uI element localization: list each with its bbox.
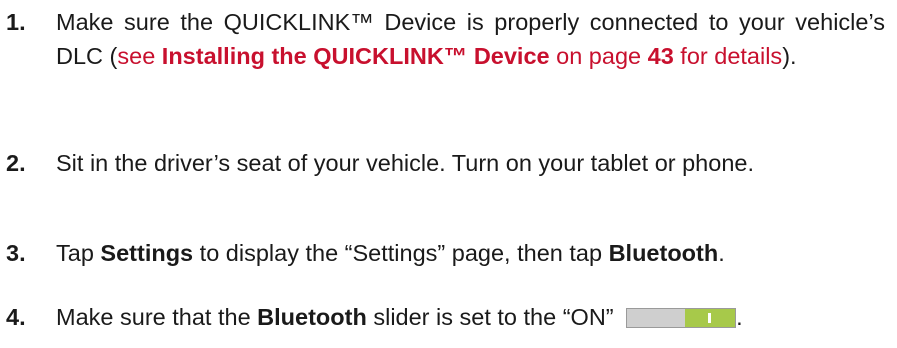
- step-number: 1.: [6, 9, 26, 35]
- step-text: Tap Settings to display the “Settings” p…: [56, 236, 885, 270]
- step-number: 4.: [6, 304, 26, 330]
- bluetooth-term: Bluetooth: [257, 304, 367, 330]
- bluetooth-term: Bluetooth: [608, 240, 719, 266]
- step-text-part: Tap: [56, 240, 101, 266]
- slider-on-segment: [685, 309, 736, 327]
- cross-reference-link[interactable]: see Installing the QUICKLINK™ Device on …: [117, 43, 782, 69]
- step-number: 2.: [6, 150, 26, 176]
- link-on-page: on page: [549, 43, 648, 69]
- link-details: for details: [673, 43, 783, 69]
- link-see: see: [117, 43, 162, 69]
- bluetooth-slider-on-icon: [626, 308, 737, 328]
- step-text-part: .: [736, 304, 743, 330]
- step-2: 2. Sit in the driver’s seat of your vehi…: [6, 146, 885, 180]
- step-3: 3. Tap Settings to display the “Settings…: [6, 236, 885, 270]
- step-1: 1. Make sure the QUICKLINK™ Device is pr…: [6, 5, 885, 73]
- settings-term: Settings: [100, 240, 194, 266]
- step-number: 3.: [6, 240, 26, 266]
- step-text-part: Make sure that the: [56, 304, 258, 330]
- step-text: Sit in the driver’s seat of your vehicle…: [56, 150, 754, 176]
- slider-on-mark: [708, 313, 712, 323]
- step-text-part: slider is set to the “ON”: [366, 304, 621, 330]
- step-text-part: to display the “Settings” page, then tap: [193, 240, 609, 266]
- step-text-part: ).: [782, 43, 797, 69]
- instruction-document: 1. Make sure the QUICKLINK™ Device is pr…: [0, 0, 897, 348]
- link-page-number: 43: [647, 43, 674, 69]
- step-text-part: .: [718, 240, 725, 266]
- link-title: Installing the QUICKLINK™ Device: [161, 43, 550, 69]
- step-text: Make sure that the Bluetooth slider is s…: [56, 300, 885, 334]
- step-4: 4. Make sure that the Bluetooth slider i…: [6, 300, 885, 334]
- step-text: Make sure the QUICKLINK™ Device is prope…: [56, 5, 885, 73]
